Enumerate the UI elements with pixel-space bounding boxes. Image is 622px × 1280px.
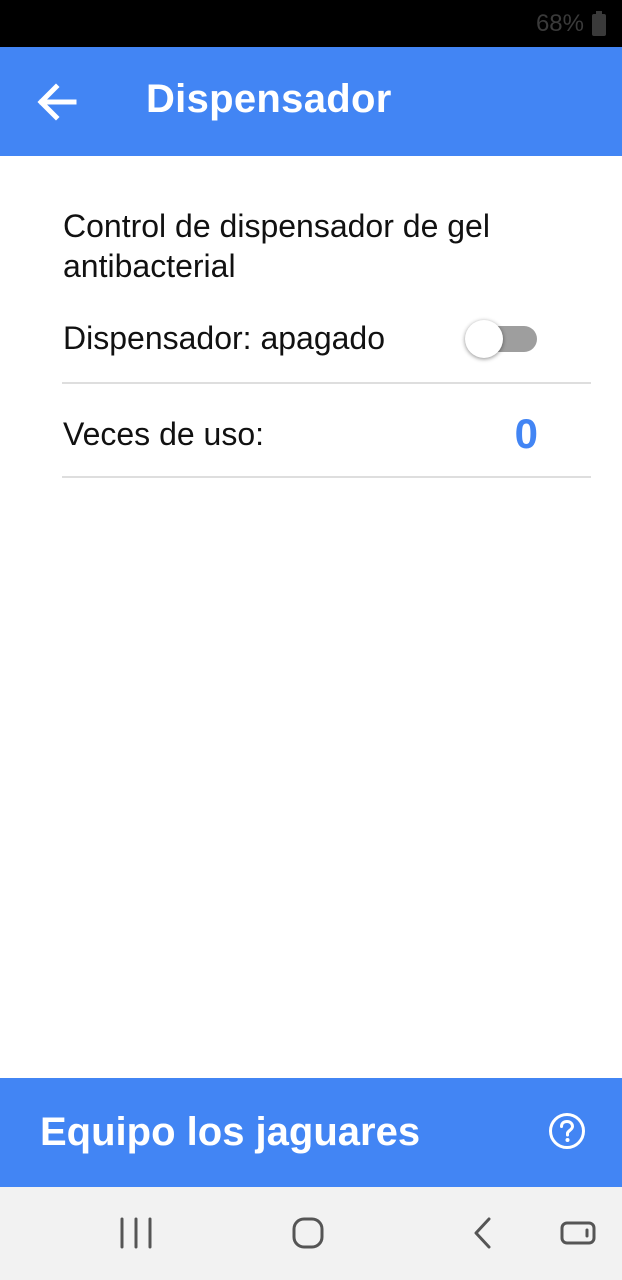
battery-percentage: 68% [535,10,584,37]
footer-title: Equipo los jaguares [40,1110,421,1154]
usage-count-label: Veces de uso: [63,416,265,452]
help-circle-icon [549,1113,585,1149]
rotate-screen-icon [560,1221,596,1245]
switch-thumb [465,320,503,358]
description-text: Control de dispensador de gel antibacter… [63,208,490,284]
rotate-screen-button[interactable] [558,1213,598,1253]
back-chevron-icon [474,1217,491,1249]
usage-count-value: 0 [514,410,538,457]
recent-apps-icon [120,1217,152,1249]
recent-apps-button[interactable] [116,1213,156,1253]
divider [62,476,591,478]
back-button[interactable] [30,77,84,127]
footer-bar: Equipo los jaguares [0,1078,622,1187]
battery-icon [592,11,606,36]
home-icon [292,1217,324,1249]
home-button[interactable] [288,1213,328,1253]
dispenser-status-label: Dispensador: apagado [63,320,386,356]
arrow-left-icon [37,83,77,121]
system-navigation-bar [0,1187,622,1280]
page-title: Dispensador [146,77,392,121]
app-bar: Dispensador [0,47,622,156]
dispenser-toggle-switch[interactable] [465,320,539,358]
divider [62,382,591,384]
help-button[interactable] [547,1111,587,1151]
main-content: Control de dispensador de gel antibacter… [0,156,622,1078]
system-back-button[interactable] [468,1213,498,1253]
status-bar: 68% [0,0,622,47]
